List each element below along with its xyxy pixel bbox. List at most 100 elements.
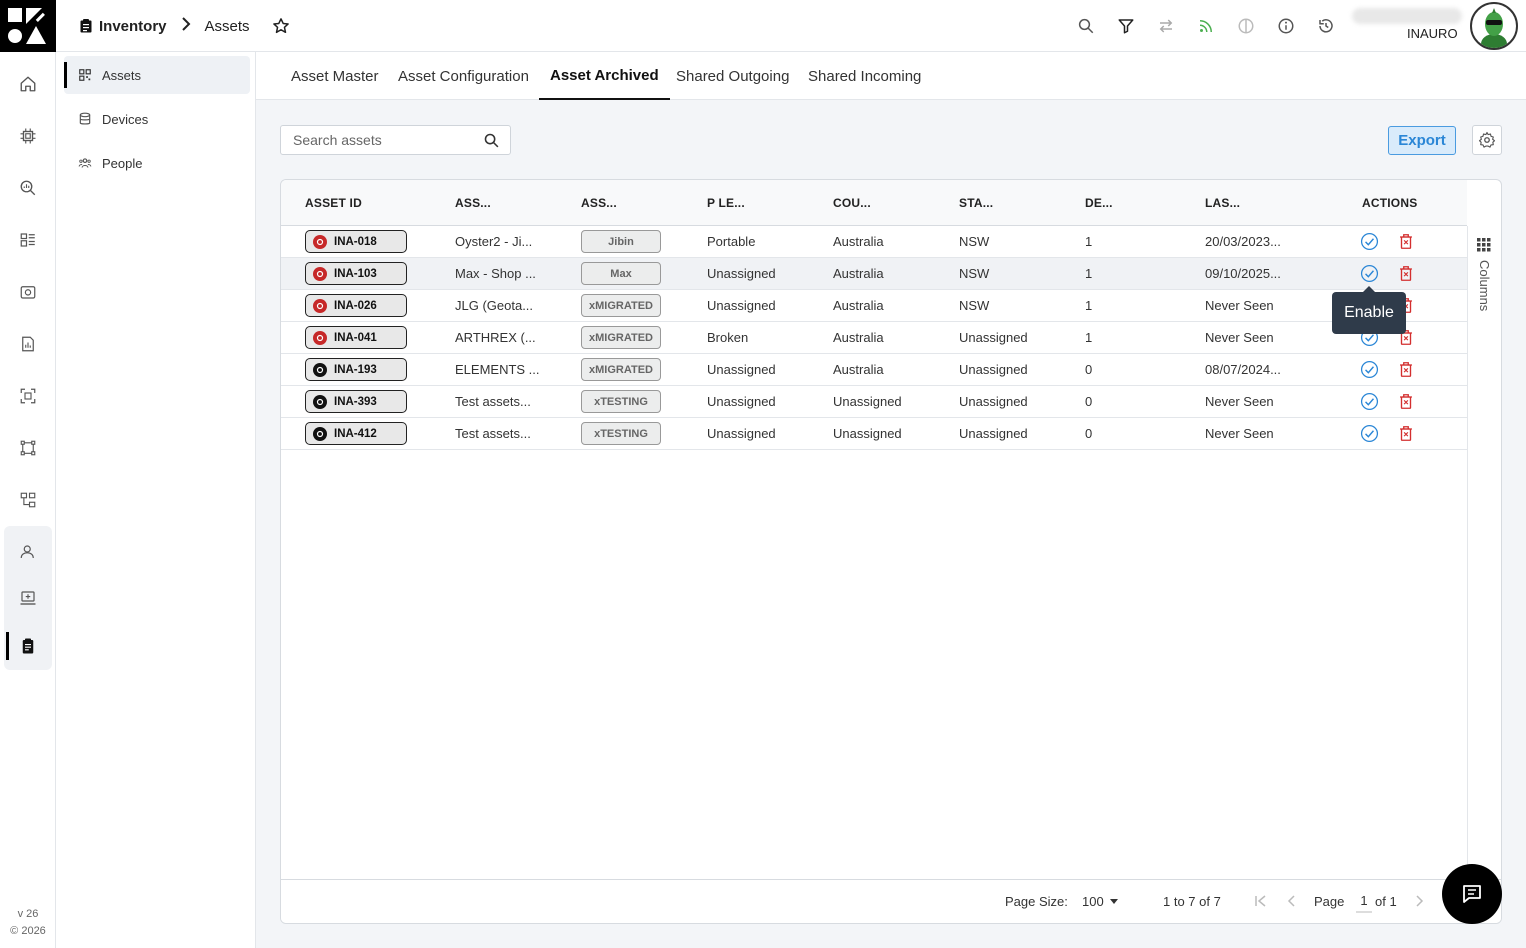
asset-id-pill[interactable]: INA-193 [305, 358, 407, 381]
delete-icon[interactable] [1397, 264, 1415, 286]
tab-asset-configuration[interactable]: Asset Configuration [387, 52, 540, 100]
table-row[interactable]: INA-393 Test assets... xTESTING Unassign… [281, 386, 1467, 418]
column-header[interactable]: ASS... [581, 180, 617, 226]
laptop-icon[interactable] [8, 578, 48, 618]
avatar[interactable] [1470, 2, 1518, 50]
grid-settings-button[interactable] [1472, 125, 1502, 155]
table-row[interactable]: INA-412 Test assets... xTESTING Unassign… [281, 418, 1467, 450]
enable-check-icon[interactable] [1360, 264, 1379, 286]
scan-icon[interactable] [8, 376, 48, 416]
camera-box-icon[interactable] [8, 272, 48, 312]
devices-cell: 1 [1085, 330, 1093, 345]
home-icon[interactable] [8, 64, 48, 104]
state-cell: Unassigned [959, 362, 1028, 377]
column-header[interactable]: LAS... [1205, 180, 1240, 226]
tab-asset-master[interactable]: Asset Master [280, 52, 390, 100]
asset-status-icon [313, 426, 327, 441]
delete-icon[interactable] [1397, 392, 1415, 414]
table-row[interactable]: INA-041 ARTHREX (... xMIGRATED Broken Au… [281, 322, 1467, 354]
asset-status-icon [313, 394, 327, 409]
state-cell: Unassigned [959, 330, 1028, 345]
chevron-right-icon [181, 16, 191, 36]
asset-tag: xMIGRATED [581, 358, 661, 381]
people-icon [78, 158, 92, 168]
asset-id-pill[interactable]: INA-412 [305, 422, 407, 445]
search-icon[interactable] [1066, 12, 1106, 40]
search-analytics-icon[interactable] [8, 168, 48, 208]
sidenav-item-devices[interactable]: Devices [64, 100, 250, 138]
devices-cell: 0 [1085, 362, 1093, 377]
last-seen-cell: 08/07/2024... [1205, 362, 1281, 377]
hierarchy-icon[interactable] [8, 480, 48, 520]
table-row[interactable]: INA-026 JLG (Geota... xMIGRATED Unassign… [281, 290, 1467, 322]
page-size-select[interactable]: 100 [1082, 894, 1118, 909]
delete-icon[interactable] [1397, 232, 1415, 254]
table-row[interactable]: INA-193 ELEMENTS ... xMIGRATED Unassigne… [281, 354, 1467, 386]
sidenav-item-assets[interactable]: Assets [64, 56, 250, 94]
column-header[interactable]: ASS... [455, 180, 491, 226]
first-page-icon[interactable] [1255, 895, 1267, 910]
compare-icon[interactable] [1226, 12, 1266, 40]
star-icon[interactable] [272, 17, 290, 35]
column-header[interactable]: COU... [833, 180, 871, 226]
tab-shared-outgoing[interactable]: Shared Outgoing [665, 52, 800, 100]
user-settings-icon[interactable] [8, 532, 48, 572]
column-header[interactable]: STA... [959, 180, 993, 226]
inventory-clipboard-icon[interactable] [8, 626, 48, 666]
column-header[interactable]: P LE... [707, 180, 745, 226]
rss-icon[interactable] [1186, 12, 1226, 40]
export-button[interactable]: Export [1388, 126, 1456, 155]
page-number-input[interactable]: 1 [1356, 893, 1372, 913]
filter-icon[interactable] [1106, 12, 1146, 40]
history-icon[interactable] [1306, 12, 1346, 40]
search-icon[interactable] [483, 132, 500, 152]
swap-icon[interactable] [1146, 12, 1186, 40]
level-cell: Unassigned [707, 298, 776, 313]
next-page-icon[interactable] [1413, 895, 1425, 910]
sidenav-item-people[interactable]: People [64, 144, 250, 182]
table-row[interactable]: INA-018 Oyster2 - Ji... Jibin Portable A… [281, 226, 1467, 258]
chip-icon[interactable] [8, 116, 48, 156]
top-bar: Inventory Assets INAURO [0, 0, 1526, 52]
tab-shared-incoming[interactable]: Shared Incoming [797, 52, 932, 100]
enable-check-icon[interactable] [1360, 424, 1379, 446]
country-cell: Unassigned [833, 394, 902, 409]
asset-id-pill[interactable]: INA-041 [305, 326, 407, 349]
dashboard-icon[interactable] [8, 220, 48, 260]
side-nav: Assets Devices People [56, 52, 256, 948]
asset-status-icon [313, 234, 327, 249]
search-input[interactable] [281, 126, 471, 154]
delete-icon[interactable] [1397, 360, 1415, 382]
breadcrumb-inventory[interactable]: Inventory [80, 18, 167, 35]
chat-button[interactable] [1442, 864, 1502, 924]
table-row[interactable]: INA-103 Max - Shop ... Max Unassigned Au… [281, 258, 1467, 290]
devices-cell: 1 [1085, 298, 1093, 313]
enable-check-icon[interactable] [1360, 360, 1379, 382]
delete-icon[interactable] [1397, 424, 1415, 446]
country-cell: Unassigned [833, 426, 902, 441]
asset-id: INA-018 [334, 235, 377, 248]
asset-id-pill[interactable]: INA-026 [305, 294, 407, 317]
user-org-blurred [1352, 8, 1462, 24]
prev-page-icon[interactable] [1286, 895, 1298, 910]
asset-name-cell: ELEMENTS ... [455, 362, 540, 377]
enable-check-icon[interactable] [1360, 232, 1379, 254]
asset-id-pill[interactable]: INA-393 [305, 390, 407, 413]
columns-grid-icon[interactable] [1477, 238, 1491, 255]
country-cell: Australia [833, 234, 884, 249]
row-range: 1 to 7 of 7 [1163, 894, 1221, 909]
app-logo[interactable] [0, 0, 56, 52]
enable-check-icon[interactable] [1360, 392, 1379, 414]
column-header[interactable]: DE... [1085, 180, 1113, 226]
column-header[interactable]: ASSET ID [305, 180, 362, 226]
pagination-bar: Page Size: 100 1 to 7 of 7 Page 1 of 1 [281, 879, 1501, 923]
asset-id-pill[interactable]: INA-103 [305, 262, 407, 285]
columns-panel-toggle[interactable]: Columns [1477, 260, 1492, 311]
tab-asset-archived[interactable]: Asset Archived [539, 52, 670, 100]
asset-id-pill[interactable]: INA-018 [305, 230, 407, 253]
asset-name-cell: JLG (Geota... [455, 298, 534, 313]
report-icon[interactable] [8, 324, 48, 364]
area-icon[interactable] [8, 428, 48, 468]
info-icon[interactable] [1266, 12, 1306, 40]
asset-id: INA-103 [334, 267, 377, 280]
